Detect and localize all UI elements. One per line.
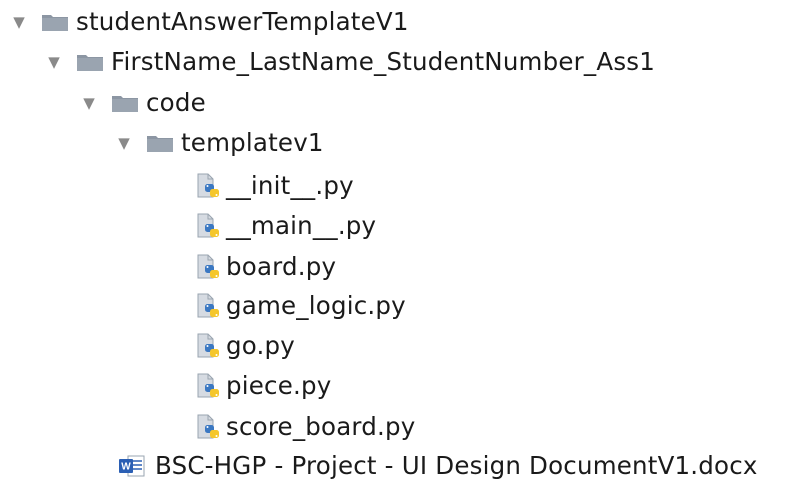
tree-row-label: FirstName_LastName_StudentNumber_Ass1 (111, 47, 656, 76)
folder-icon (112, 95, 138, 112)
chevron-down-icon[interactable]: ▼ (45, 42, 63, 82)
chevron-down-icon[interactable]: ▼ (80, 83, 98, 123)
tree-row-file[interactable]: go.py (196, 326, 295, 366)
tree-row-label: templatev1 (181, 128, 324, 157)
tree-row-label: board.py (226, 252, 337, 281)
tree-row-submission-folder[interactable]: ▼ FirstName_LastName_StudentNumber_Ass1 (45, 42, 655, 82)
python-file-icon (196, 332, 222, 361)
tree-row-root-folder[interactable]: ▼ studentAnswerTemplateV1 (10, 2, 409, 42)
tree-row-file[interactable]: piece.py (196, 366, 331, 406)
tree-row-label: piece.py (226, 371, 332, 400)
svg-text:W: W (121, 462, 131, 473)
tree-row-templatev1-folder[interactable]: ▼ templatev1 (115, 123, 324, 163)
tree-row-label: __init__.py (226, 171, 354, 200)
python-file-icon (196, 253, 222, 282)
folder-icon (77, 54, 103, 71)
tree-row-file[interactable]: game_logic.py (196, 286, 406, 326)
python-file-icon (196, 212, 222, 241)
tree-row-label: __main__.py (226, 211, 377, 240)
tree-row-label: BSC-HGP - Project - UI Design DocumentV1… (155, 451, 758, 480)
chevron-down-icon[interactable]: ▼ (10, 2, 28, 42)
folder-icon (147, 135, 173, 152)
tree-row-file[interactable]: __init__.py (196, 166, 354, 206)
tree-row-label: score_board.py (226, 412, 416, 441)
tree-row-label: studentAnswerTemplateV1 (76, 7, 409, 36)
python-file-icon (196, 413, 222, 442)
project-file-tree: ▼ studentAnswerTemplateV1 ▼ FirstName_La… (0, 0, 794, 483)
tree-row-label: go.py (226, 331, 295, 360)
tree-row-file[interactable]: board.py (196, 247, 336, 287)
tree-row-code-folder[interactable]: ▼ code (80, 83, 206, 123)
python-file-icon (196, 292, 222, 321)
tree-row-document[interactable]: W BSC-HGP - Project - UI Design Document… (118, 446, 758, 486)
chevron-down-icon[interactable]: ▼ (115, 123, 133, 163)
python-file-icon (196, 372, 222, 401)
python-file-icon (196, 172, 222, 201)
tree-row-label: code (146, 88, 206, 117)
tree-row-file[interactable]: __main__.py (196, 206, 376, 246)
word-document-icon: W (118, 454, 146, 478)
tree-row-label: game_logic.py (226, 291, 406, 320)
tree-row-file[interactable]: score_board.py (196, 407, 415, 447)
folder-icon (42, 14, 68, 31)
